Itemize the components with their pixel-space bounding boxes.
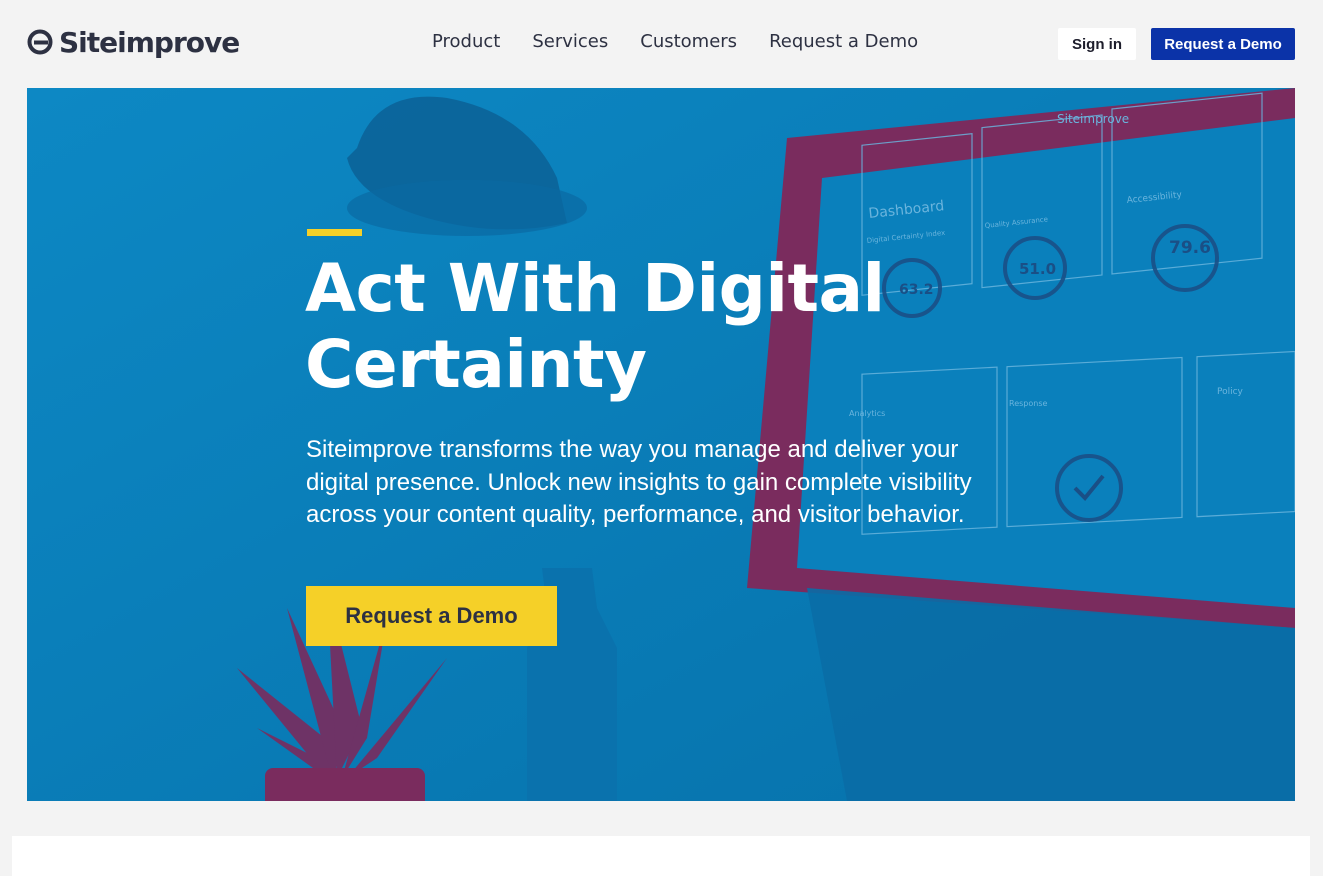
request-demo-header-button[interactable]: Request a Demo xyxy=(1151,28,1295,60)
main-nav: Product Services Customers Request a Dem… xyxy=(432,31,950,52)
content-card xyxy=(12,836,1310,876)
logo-wordmark: Siteimprove xyxy=(59,25,240,59)
siteimprove-logo[interactable]: Siteimprove xyxy=(27,24,240,60)
hero-section: 63.2 51.0 79.6 Siteimprove Dashboard Dig… xyxy=(27,88,1295,801)
hero-accent-bar xyxy=(307,229,362,236)
dashboard-score-3: 79.6 xyxy=(1169,238,1211,258)
panel-title-5: Response xyxy=(1009,399,1048,408)
nav-item-product[interactable]: Product xyxy=(432,31,500,52)
nav-item-customers[interactable]: Customers xyxy=(640,31,737,52)
monitor-brand-text: Siteimprove xyxy=(1057,112,1129,126)
panel-title-4: Analytics xyxy=(849,409,885,418)
siteimprove-logo-icon xyxy=(27,29,53,55)
dashboard-score-2: 51.0 xyxy=(1019,260,1056,278)
panel-title-6: Policy xyxy=(1217,387,1244,397)
request-demo-hero-button[interactable]: Request a Demo xyxy=(306,586,557,646)
hero-description: Siteimprove transforms the way you manag… xyxy=(306,436,972,528)
hero-title: Act With Digital Certainty xyxy=(305,250,885,403)
site-header: Siteimprove Product Services Customers R… xyxy=(0,0,1323,88)
nav-item-services[interactable]: Services xyxy=(532,31,608,52)
nav-item-request-demo[interactable]: Request a Demo xyxy=(769,31,918,52)
sign-in-button[interactable]: Sign in xyxy=(1058,28,1136,60)
